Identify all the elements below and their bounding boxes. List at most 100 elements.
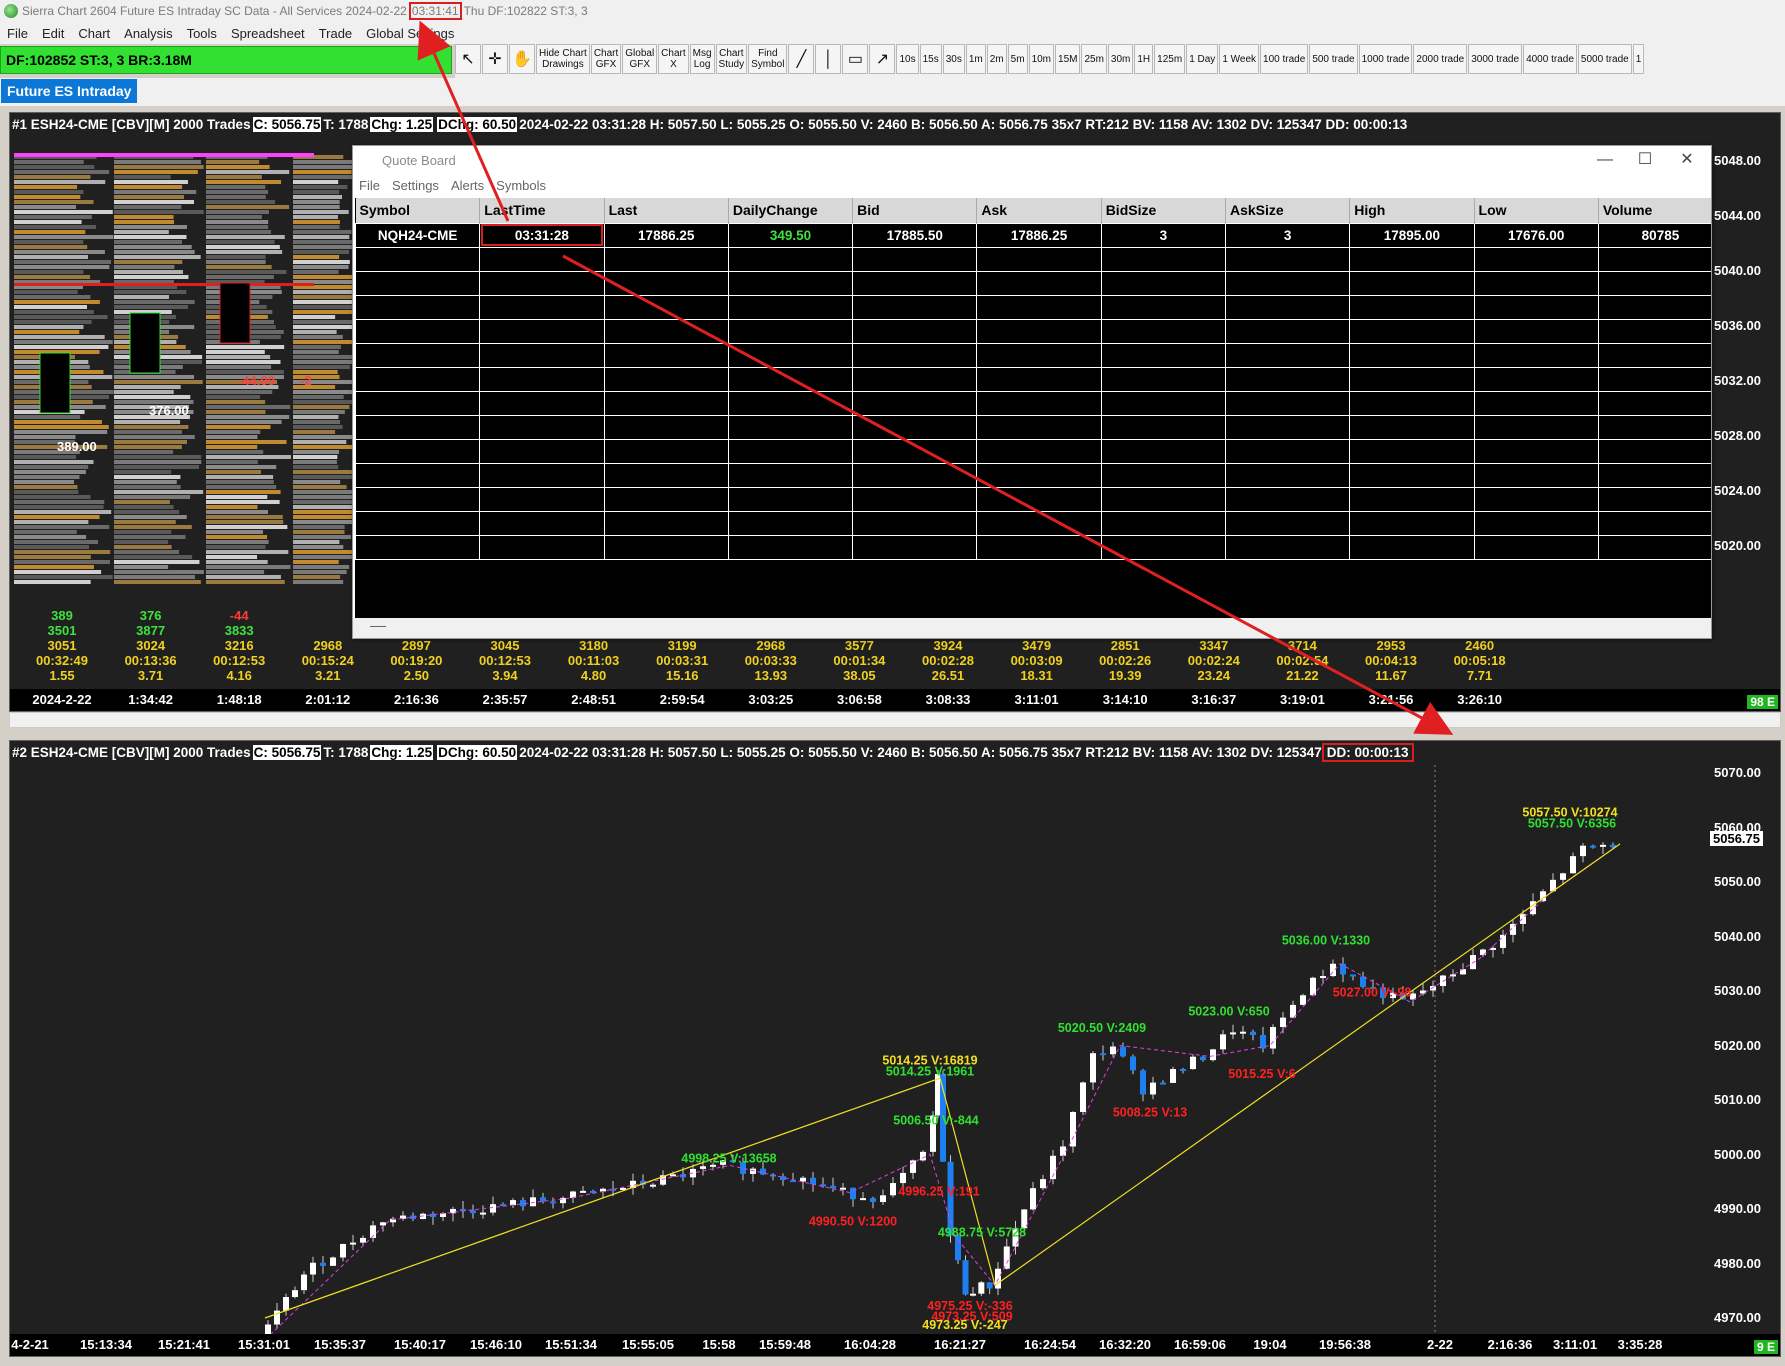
chart-1-price-axis[interactable]: 5048.00 5044.00 5040.00 5036.00 5032.00 5028.… [1708,113,1780,711]
quote-cell-empty[interactable] [852,318,978,344]
quote-board-empty-row[interactable] [355,462,1711,488]
quote-cell-empty[interactable] [1473,318,1599,344]
quote-cell-empty[interactable] [1597,342,1711,368]
interval-30m-button[interactable]: 30m [1107,44,1134,74]
quote-cell-empty[interactable] [479,246,605,272]
quote-cell-empty[interactable] [852,414,978,440]
quote-cell-empty[interactable] [976,390,1102,416]
chart-study-button[interactable]: Chart Study [715,44,748,74]
quote-board-col-bidsize[interactable]: BidSize [1101,198,1226,223]
tab-future-es-intraday[interactable]: Future ES Intraday [1,79,138,103]
quote-cell-empty[interactable] [727,510,854,536]
quote-cell-empty[interactable] [976,366,1102,392]
quote-cell-empty[interactable] [1597,246,1711,272]
quote-board-empty-row[interactable] [355,366,1711,392]
quote-board-col-asksize[interactable]: AskSize [1225,198,1351,223]
quote-cell-empty[interactable] [727,486,854,512]
quote-cell-empty[interactable] [1224,390,1351,416]
interval-1-week-button[interactable]: 1 Week [1219,44,1260,74]
quote-cell-empty[interactable] [1473,246,1599,272]
quote-cell-empty[interactable] [1473,366,1599,392]
quote-cell-empty[interactable] [727,462,854,488]
quote-cell-empty[interactable] [355,342,481,368]
quote-cell-empty[interactable] [479,318,605,344]
chart-x-button[interactable]: Chart X [658,44,689,74]
interval-1h-button[interactable]: 1H [1134,44,1154,74]
quote-cell-empty[interactable] [852,366,978,392]
quote-cell-empty[interactable] [727,366,854,392]
quote-cell-low[interactable]: 17676.00 [1473,222,1599,248]
quote-cell-dailychange[interactable]: 349.50 [727,222,854,248]
quote-cell-empty[interactable] [1224,486,1351,512]
quote-cell-empty[interactable] [1473,534,1599,560]
quote-board-menu-file[interactable]: File [353,178,386,193]
quote-cell-empty[interactable] [603,318,729,344]
interval-3000-trade-button[interactable]: 3000 trade [1468,44,1523,74]
quote-cell-empty[interactable] [1100,462,1226,488]
arrow-pointer-icon[interactable]: ↖ [455,44,481,74]
quote-cell-empty[interactable] [1349,294,1475,320]
quote-cell-empty[interactable] [1473,414,1599,440]
quote-cell-empty[interactable] [1597,318,1711,344]
interval-4000-trade-button[interactable]: 4000 trade [1523,44,1577,74]
quote-cell-empty[interactable] [976,270,1102,296]
quote-cell-empty[interactable] [479,390,605,416]
menu-edit[interactable]: Edit [35,26,71,41]
quote-cell-bid[interactable]: 17885.50 [852,222,978,248]
quote-cell-empty[interactable] [603,534,729,560]
quote-cell-empty[interactable] [976,294,1102,320]
interval-500-trade-button[interactable]: 500 trade [1309,44,1358,74]
interval-15m-button[interactable]: 15M [1055,44,1081,74]
quote-cell-empty[interactable] [1473,462,1599,488]
quote-cell-empty[interactable] [852,270,978,296]
quote-cell-empty[interactable] [727,294,854,320]
menu-global-settings[interactable]: Global Settings [359,26,461,41]
quote-cell-empty[interactable] [1597,294,1711,320]
menu-analysis[interactable]: Analysis [117,26,179,41]
trend-tool-icon[interactable]: ↗ [869,44,896,74]
interval-1000-trade-button[interactable]: 1000 trade [1358,44,1413,74]
quote-cell-empty[interactable] [1597,510,1711,536]
quote-cell-empty[interactable] [1349,318,1475,344]
quote-cell-empty[interactable] [1224,294,1351,320]
quote-cell-empty[interactable] [1349,414,1475,440]
quote-cell-empty[interactable] [1349,438,1475,464]
quote-cell-empty[interactable] [1224,438,1351,464]
quote-cell-empty[interactable] [727,438,854,464]
quote-cell-empty[interactable] [1349,510,1475,536]
quote-cell-empty[interactable] [852,510,978,536]
hide-chart-drawings-button[interactable]: Hide Chart Drawings [536,44,590,74]
quote-cell-empty[interactable] [976,438,1102,464]
quote-cell-volume[interactable]: 80785 [1597,222,1711,248]
quote-cell-empty[interactable] [1224,510,1351,536]
quote-cell-empty[interactable] [976,534,1102,560]
quote-cell-empty[interactable] [1100,318,1226,344]
quote-cell-empty[interactable] [355,390,481,416]
quote-cell-empty[interactable] [1473,342,1599,368]
rectangle-icon[interactable]: ▭ [842,44,869,74]
global-gfx-button[interactable]: Global GFX [622,44,658,74]
quote-board-col-dailychange[interactable]: DailyChange [728,198,854,223]
quote-board-col-high[interactable]: High [1349,198,1475,223]
quote-board-menu-alerts[interactable]: Alerts [445,178,490,193]
quote-cell-empty[interactable] [1473,510,1599,536]
quote-cell-empty[interactable] [479,270,605,296]
quote-cell-empty[interactable] [852,486,978,512]
quote-board-empty-row[interactable] [355,270,1711,296]
quote-cell-empty[interactable] [479,342,605,368]
quote-cell-empty[interactable] [1349,246,1475,272]
interval-2m-button[interactable]: 2m [986,44,1007,74]
quote-cell-empty[interactable] [727,414,854,440]
quote-cell-empty[interactable] [727,390,854,416]
quote-cell-empty[interactable] [479,294,605,320]
interval-2000-trade-button[interactable]: 2000 trade [1413,44,1468,74]
quote-board-col-low[interactable]: Low [1474,198,1599,223]
interval-25m-button[interactable]: 25m [1081,44,1107,74]
quote-cell-empty[interactable] [727,318,854,344]
quote-cell-empty[interactable] [976,318,1102,344]
quote-board-empty-row[interactable] [355,246,1711,272]
quote-cell-empty[interactable] [852,246,978,272]
interval-5m-button[interactable]: 5m [1007,44,1028,74]
quote-cell-empty[interactable] [355,246,481,272]
quote-cell-empty[interactable] [1349,462,1475,488]
